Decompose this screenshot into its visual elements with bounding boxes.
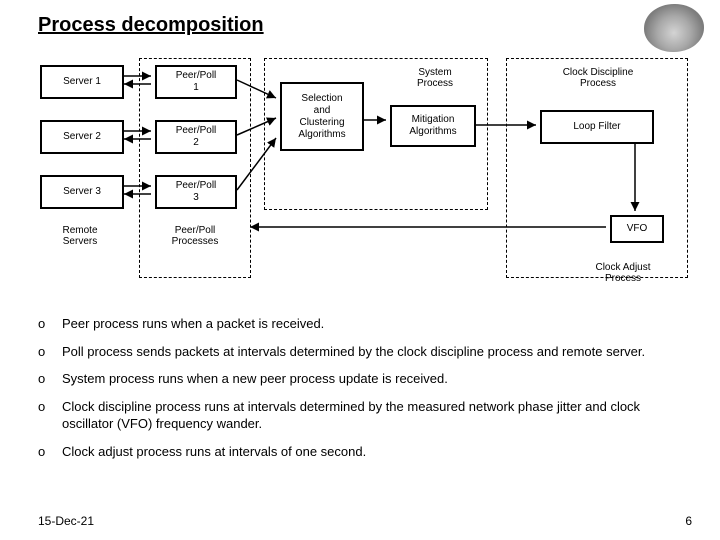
bullet-text: System process runs when a new peer proc… — [62, 370, 448, 388]
bullet-marker: o — [38, 315, 62, 333]
bullet-marker: o — [38, 370, 62, 388]
bullet-text: Clock discipline process runs at interva… — [62, 398, 690, 433]
bullet-text: Poll process sends packets at intervals … — [62, 343, 645, 361]
slide: Process decomposition Server 1 Server 2 … — [0, 0, 720, 540]
bullet-marker: o — [38, 443, 62, 461]
footer-date: 15-Dec-21 — [38, 514, 94, 528]
bullet-marker: o — [38, 398, 62, 433]
page-number: 6 — [685, 514, 692, 528]
bullet-list: oPeer process runs when a packet is rece… — [38, 315, 690, 470]
bullet-text: Clock adjust process runs at intervals o… — [62, 443, 366, 461]
bullet-marker: o — [38, 343, 62, 361]
bullet-text: Peer process runs when a packet is recei… — [62, 315, 324, 333]
